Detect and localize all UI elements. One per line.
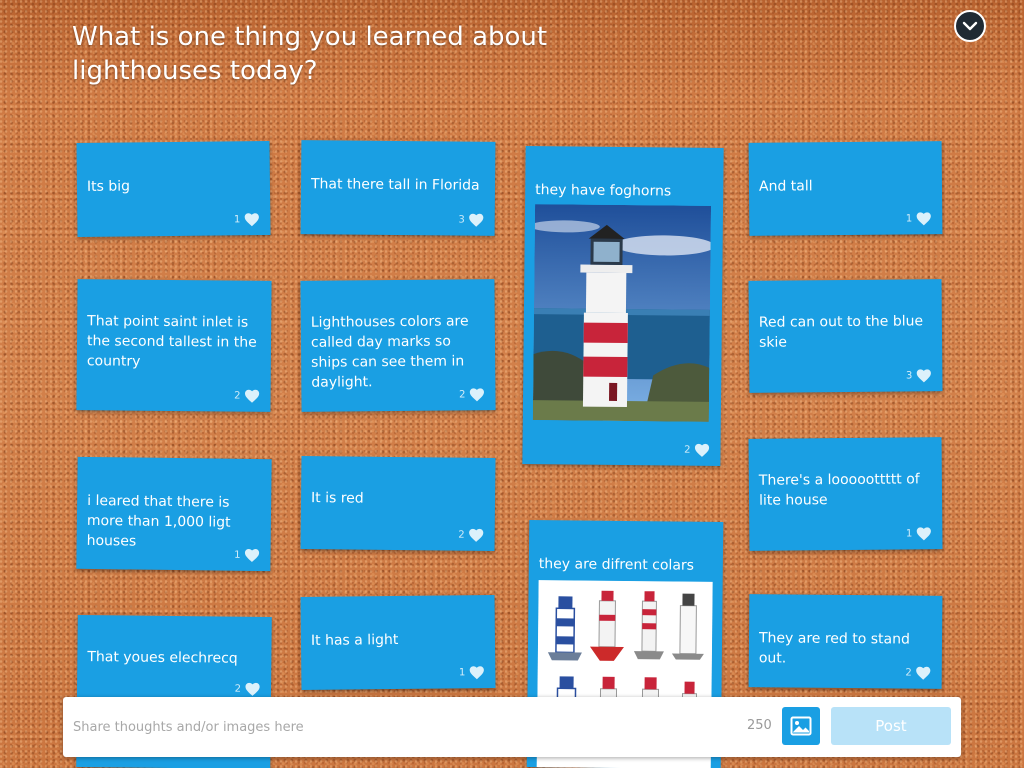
like-button[interactable]: 1 [234, 211, 261, 227]
post-text: That youes elechrecq [87, 649, 238, 667]
like-count: 2 [459, 388, 466, 400]
heart-icon [245, 389, 260, 403]
composer-bar: 250 Post [63, 697, 961, 757]
post-card[interactable]: They are red to stand out. 2 [748, 594, 943, 689]
post-card[interactable]: It has a light 1 [300, 594, 496, 691]
post-card[interactable]: i leared that there is more than 1,000 l… [76, 456, 272, 572]
chevron-down-icon [962, 21, 978, 31]
post-card[interactable]: That there tall in Florida 3 [300, 140, 496, 236]
heart-icon [244, 213, 259, 227]
post-text: There's a looooottttt of lite house [758, 471, 920, 509]
like-button[interactable]: 2 [234, 388, 261, 404]
like-count: 1 [234, 549, 241, 561]
post-text: Its big [86, 178, 131, 195]
share-input[interactable] [63, 697, 733, 757]
like-button[interactable]: 1 [906, 210, 933, 226]
post-text: It is red [310, 490, 364, 507]
image-icon [790, 716, 812, 736]
post-text: That there tall in Florida [310, 176, 480, 194]
post-text: Lighthouses colors are called day marks … [310, 313, 469, 391]
like-button[interactable]: 3 [458, 212, 485, 228]
like-button[interactable]: 1 [234, 547, 261, 563]
post-card[interactable]: There's a looooottttt of lite house 1 [748, 437, 943, 551]
heart-icon [916, 527, 931, 541]
like-button[interactable]: 3 [906, 367, 933, 383]
post-text: Red can out to the blue skie [758, 313, 924, 351]
heart-icon [469, 213, 484, 227]
like-button[interactable]: 1 [906, 525, 933, 541]
like-count: 2 [458, 529, 465, 541]
post-card[interactable]: That point saint inlet is the second tal… [76, 279, 272, 412]
like-count: 2 [234, 683, 242, 695]
post-text: And tall [758, 178, 813, 195]
collapse-button[interactable] [954, 10, 986, 42]
like-count: 1 [458, 666, 466, 678]
character-counter: 250 [747, 718, 772, 733]
post-card[interactable]: It is red 2 [300, 455, 496, 552]
heart-icon [694, 443, 710, 457]
heart-icon [916, 369, 931, 383]
like-count: 3 [458, 214, 465, 226]
post-card[interactable]: Red can out to the blue skie 3 [748, 279, 943, 393]
post-text: That point saint inlet is the second tal… [86, 313, 257, 370]
heart-icon [469, 388, 484, 402]
like-count: 3 [905, 369, 913, 381]
heart-icon [469, 528, 484, 542]
post-card[interactable]: Its big 1 [76, 140, 271, 238]
post-text: They are red to stand out. [758, 630, 910, 667]
add-image-button[interactable] [782, 707, 820, 745]
like-count: 1 [905, 212, 913, 224]
like-button[interactable]: 2 [684, 442, 711, 458]
like-count: 2 [234, 390, 241, 402]
prompt-title: What is one thing you learned about ligh… [72, 22, 548, 86]
heart-icon [245, 682, 260, 696]
post-card[interactable]: they have foghorns 2 [522, 145, 724, 467]
post-text: i leared that there is more than 1,000 l… [86, 492, 231, 550]
like-button[interactable]: 1 [459, 664, 486, 680]
like-button[interactable]: 2 [458, 527, 485, 543]
post-card[interactable]: Lighthouses colors are called day marks … [300, 279, 496, 412]
like-count: 1 [233, 213, 241, 225]
like-button[interactable]: 2 [235, 681, 262, 697]
heart-icon [916, 666, 931, 680]
like-button[interactable]: 2 [459, 386, 486, 402]
like-button[interactable]: 2 [905, 665, 932, 681]
post-text: they are difrent colars [538, 556, 695, 574]
heart-icon [244, 548, 260, 563]
post-card[interactable]: And tall 1 [748, 141, 943, 236]
lighthouse-photo [532, 204, 712, 422]
heart-icon [469, 666, 484, 680]
like-count: 2 [905, 667, 912, 679]
like-count: 1 [905, 527, 913, 539]
post-button[interactable]: Post [831, 707, 951, 745]
post-text: It has a light [310, 631, 399, 649]
heart-icon [916, 212, 931, 226]
like-count: 2 [684, 444, 691, 456]
post-text: they have foghorns [535, 182, 672, 200]
